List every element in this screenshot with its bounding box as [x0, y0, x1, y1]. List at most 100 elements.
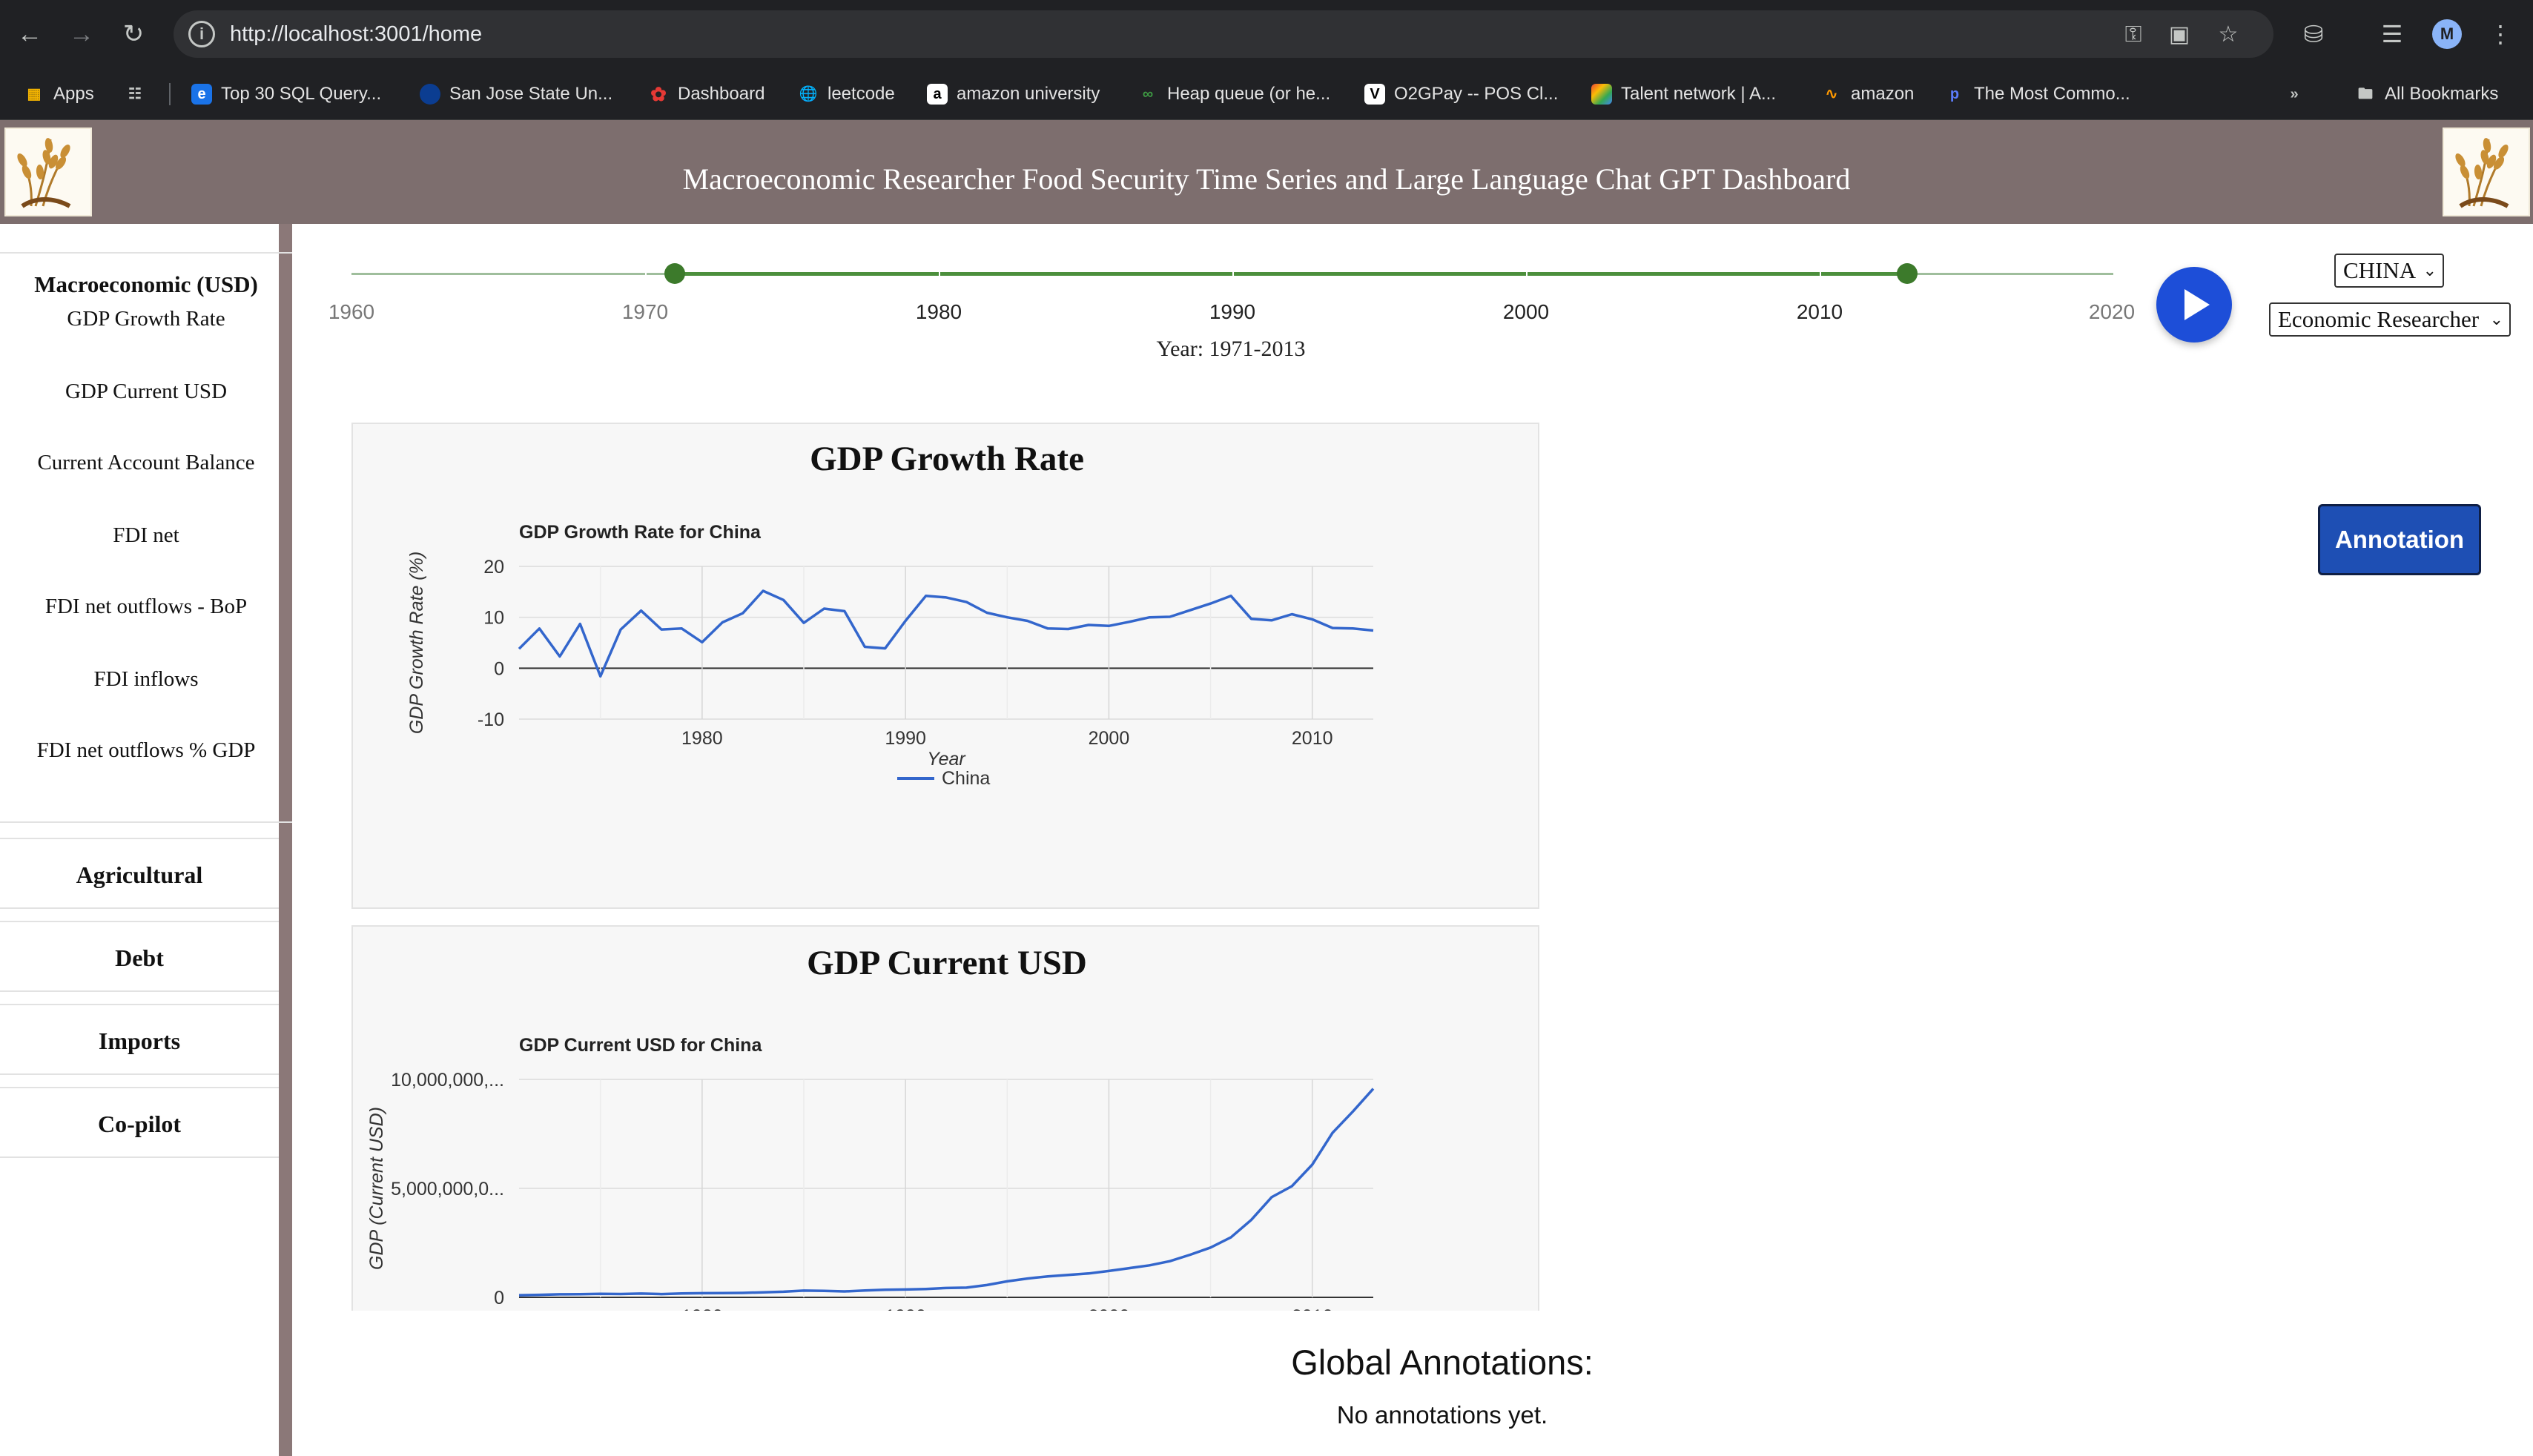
sidebar-section-debt[interactable]: Debt — [0, 921, 279, 992]
sidebar-section-co-pilot[interactable]: Co-pilot — [0, 1087, 279, 1158]
browser-toolbar: ← → ↻ i http://localhost:3001/home ⚿ ▣ ☆… — [0, 0, 2533, 68]
tab-groups-button[interactable]: ☷ — [125, 80, 145, 108]
media-control-icon[interactable]: ☰ — [2376, 18, 2408, 50]
all-bookmarks[interactable]: 🖿 All Bookmarks — [2355, 80, 2498, 108]
bookmark-sjsu[interactable]: San Jose State Un... — [420, 80, 612, 108]
dashboard-icon: ✿ — [650, 83, 667, 105]
sql-site-icon: e — [191, 84, 212, 105]
sidebar-section-imports[interactable]: Imports — [0, 1004, 279, 1075]
gdp-current-usd-card: GDP Current USD GDP Current USD for Chin… — [351, 925, 1539, 1311]
bookmark-label: All Bookmarks — [2385, 84, 2499, 104]
y-tick-label: -10 — [478, 709, 504, 730]
python-icon: ∞ — [1142, 86, 1154, 102]
site-info-icon[interactable]: i — [188, 21, 215, 47]
double-chevron-icon: » — [2290, 86, 2299, 102]
back-arrow-icon[interactable]: ← — [12, 16, 47, 52]
bookmark-label: Heap queue (or he... — [1167, 84, 1331, 104]
year-slider-end-handle[interactable] — [1897, 263, 1918, 284]
bookmark-label: The Most Commo... — [1974, 84, 2130, 104]
bookmark-label: Talent network | A... — [1621, 84, 1777, 104]
sidebar-item-fdi-net-outflows-gdp[interactable]: FDI net outflows % GDP — [0, 738, 292, 763]
year-slider-selected-range[interactable] — [675, 272, 1907, 276]
slider-tick — [1820, 269, 1821, 278]
more-menu-icon[interactable]: ⋮ — [2484, 18, 2517, 50]
gdp-growth-rate-chart[interactable]: GDP Growth Rate for China20100-101980 199… — [353, 424, 1539, 909]
bookmark-leetcode[interactable]: 🌐 leetcode — [798, 80, 895, 108]
y-tick-label: 0 — [494, 658, 504, 679]
address-bar[interactable]: i http://localhost:3001/home ⚿ ▣ ☆ — [174, 10, 2273, 58]
year-slider-start-handle[interactable] — [664, 263, 685, 284]
gdp-growth-rate-card: GDP Growth Rate GDP Growth Rate for Chin… — [351, 423, 1539, 909]
y-tick-label: 10 — [483, 608, 504, 629]
sidebar-item-fdi-inflows[interactable]: FDI inflows — [0, 667, 292, 692]
legend-label: China — [942, 768, 990, 789]
sidebar-item-gdp-current-usd[interactable]: GDP Current USD — [0, 380, 292, 404]
x-tick-label: 1990 — [885, 1306, 926, 1311]
sidebar-item-fdi-net[interactable]: FDI net — [0, 523, 292, 548]
annotation-button[interactable]: Annotation — [2318, 504, 2481, 575]
bookmark-talent-network[interactable]: Talent network | A... — [1591, 80, 1776, 108]
talent-network-icon — [1591, 84, 1612, 105]
profile-avatar[interactable]: M — [2432, 19, 2462, 49]
play-icon — [2184, 289, 2210, 320]
bookmark-apps[interactable]: ▦ Apps — [24, 80, 94, 108]
slider-tick — [1232, 269, 1234, 278]
amazon-smile-icon: ∿ — [1825, 86, 1838, 102]
reload-icon[interactable]: ↻ — [116, 16, 151, 52]
globe-icon: 🌐 — [799, 86, 818, 102]
country-select-value: CHINA — [2343, 257, 2417, 283]
bookmark-label: Top 30 SQL Query... — [221, 84, 382, 104]
bookmark-amazon-university[interactable]: a amazon university — [927, 80, 1100, 108]
o2gpay-icon: V — [1364, 84, 1385, 105]
install-app-icon[interactable]: ▣ — [2165, 21, 2193, 49]
play-button[interactable] — [2156, 267, 2232, 343]
chevron-down-icon: ⌄ — [2423, 261, 2437, 279]
slider-tick — [939, 269, 940, 278]
slider-tick-label: 1980 — [915, 300, 962, 323]
bookmarks-overflow-button[interactable]: » — [2284, 80, 2305, 108]
tab-grid-icon: ☷ — [128, 86, 142, 102]
x-tick-label: 2000 — [1089, 1306, 1130, 1311]
bookmark-label: Dashboard — [678, 84, 765, 104]
url-text[interactable]: http://localhost:3001/home — [230, 22, 482, 47]
bookmark-sql[interactable]: e Top 30 SQL Query... — [191, 80, 381, 108]
x-axis-label: Year — [927, 749, 966, 770]
sidebar: Macroeconomic (USD) GDP Growth Rate GDP … — [0, 224, 292, 1456]
forward-arrow-icon[interactable]: → — [64, 16, 99, 52]
slider-tick-label: 1970 — [621, 300, 669, 323]
x-tick-label: 1980 — [681, 728, 723, 749]
role-select[interactable]: Economic Researcher ⌄ — [2269, 302, 2511, 337]
y-tick-label: 0 — [494, 1288, 504, 1308]
extensions-icon[interactable]: ⛁ — [2297, 18, 2330, 50]
bookmark-label: amazon university — [957, 84, 1100, 104]
sidebar-item-gdp-growth-rate[interactable]: GDP Growth Rate — [0, 307, 292, 331]
bookmark-heap-queue[interactable]: ∞ Heap queue (or he... — [1137, 80, 1330, 108]
gdp-current-usd-chart[interactable]: GDP Current USD for China 10,000,000,... 5… — [353, 927, 1539, 1311]
bookmark-label: Apps — [53, 84, 94, 104]
bookmark-amazon[interactable]: ∿ amazon — [1821, 80, 1915, 108]
x-tick-label: 2010 — [1292, 1306, 1333, 1311]
y-tick-label: 20 — [483, 557, 504, 578]
sidebar-item-current-account-balance[interactable]: Current Account Balance — [0, 451, 292, 475]
bookmark-o2gpay[interactable]: V O2GPay -- POS Cl... — [1364, 80, 1558, 108]
password-key-icon[interactable]: ⚿ — [2119, 21, 2147, 49]
sidebar-item-fdi-net-outflows-bop[interactable]: FDI net outflows - BoP — [0, 595, 292, 619]
x-tick-label: 1980 — [681, 1306, 723, 1311]
sidebar-title-macroeconomic[interactable]: Macroeconomic (USD) — [0, 271, 292, 298]
series-line — [518, 589, 1374, 678]
bookmark-dashboard[interactable]: ✿ Dashboard — [648, 80, 764, 108]
slider-tick-label: 1990 — [1209, 300, 1256, 323]
country-select[interactable]: CHINA ⌄ — [2334, 254, 2444, 288]
bookmark-star-icon[interactable]: ☆ — [2214, 21, 2242, 49]
sjsu-icon — [420, 84, 440, 105]
bookmark-most-common[interactable]: p The Most Commo... — [1944, 80, 2130, 108]
slider-tick-label: 2020 — [2088, 300, 2136, 323]
x-tick-label: 2000 — [1089, 728, 1130, 749]
slider-tick — [1526, 269, 1528, 278]
apps-grid-icon: ▦ — [27, 86, 42, 102]
role-select-value: Economic Researcher — [2278, 306, 2480, 332]
x-tick-label: 2010 — [1292, 728, 1333, 749]
slider-tick — [645, 269, 647, 278]
wheat-logo-icon — [2443, 128, 2530, 216]
sidebar-section-agricultural[interactable]: Agricultural — [0, 838, 279, 909]
